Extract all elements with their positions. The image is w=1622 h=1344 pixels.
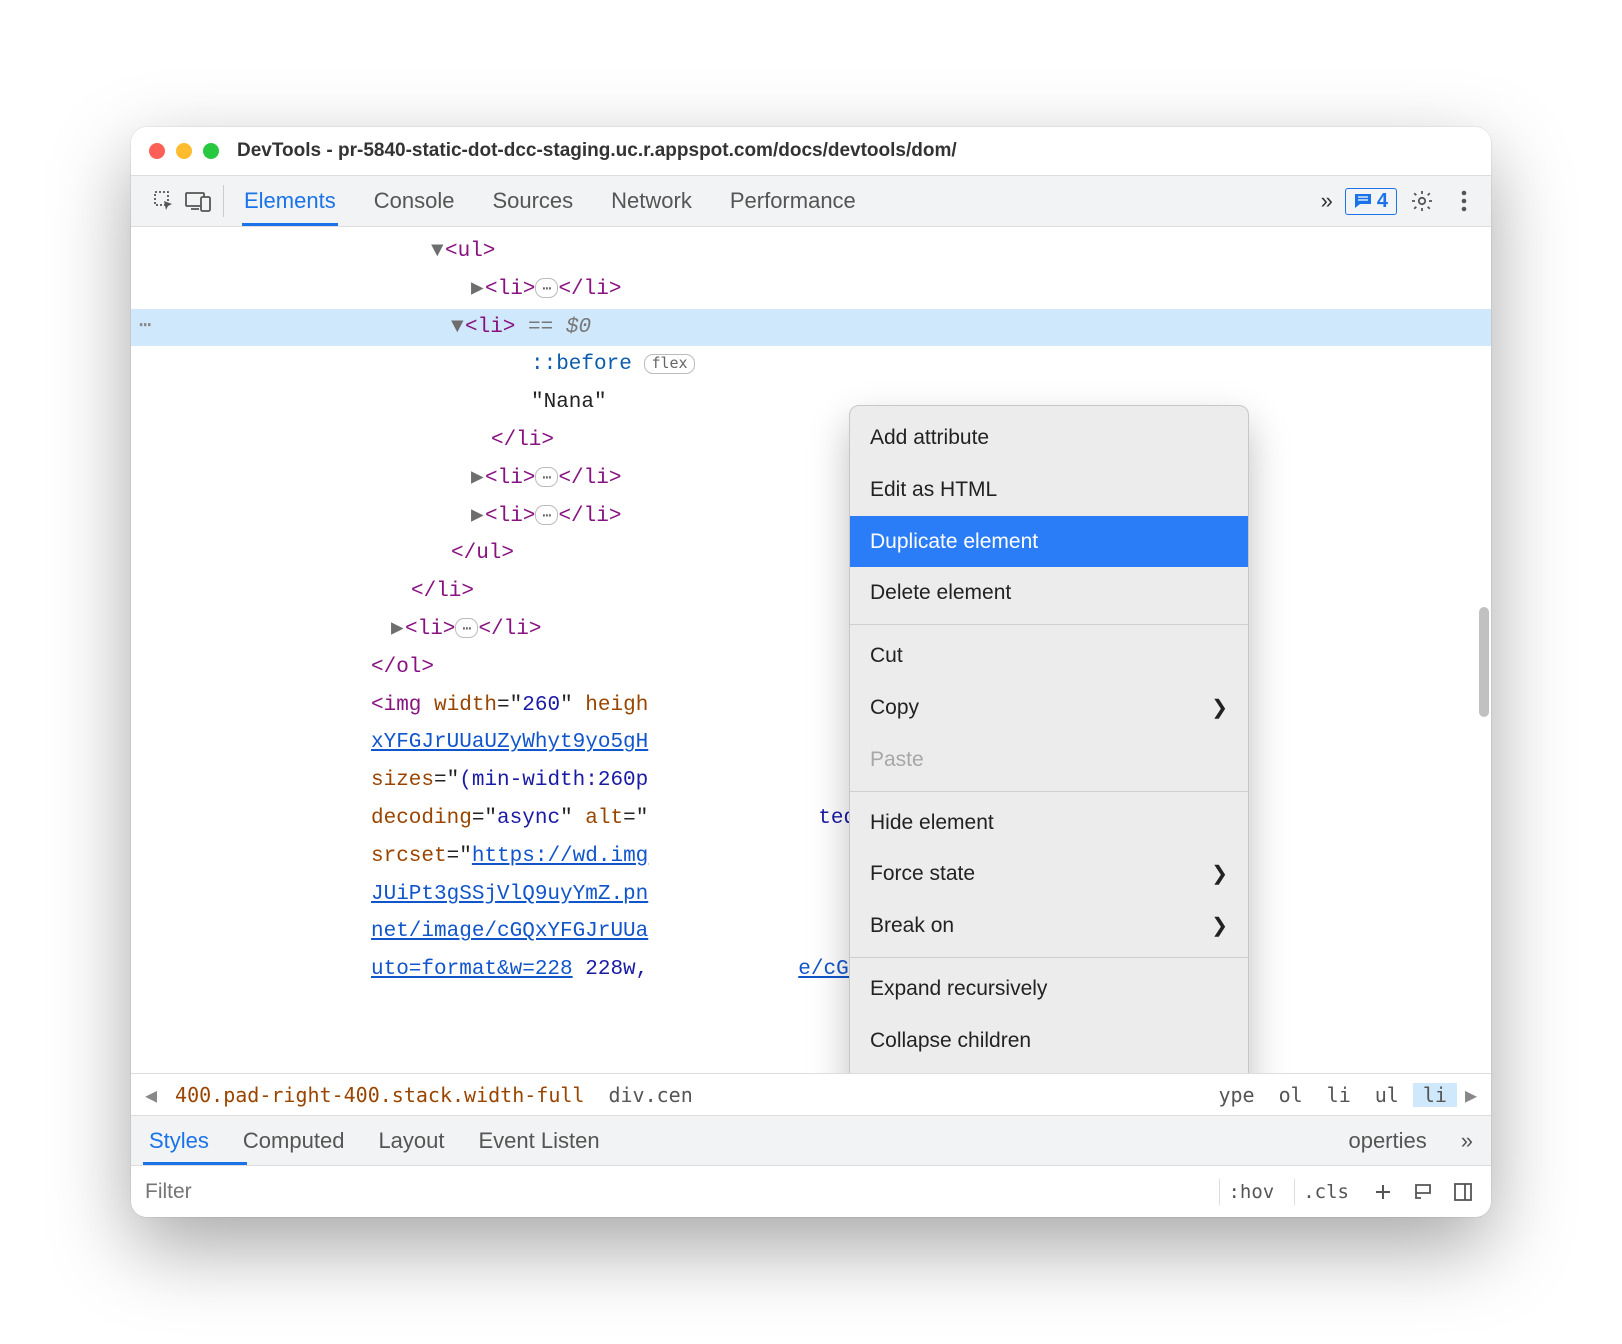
settings-icon[interactable] [1405,184,1439,218]
dom-tag: </li> [558,505,621,528]
breadcrumb-scroll-left-icon[interactable]: ◀ [141,1083,161,1107]
breadcrumb-item-current[interactable]: li [1413,1083,1457,1107]
menu-collapse-children[interactable]: Collapse children [850,1015,1248,1067]
breadcrumb-item[interactable]: div.cen [598,1083,702,1107]
close-window-button[interactable] [149,143,165,159]
breadcrumb-item[interactable]: ul [1365,1083,1409,1107]
filter-input[interactable] [145,1180,1207,1204]
scrollbar[interactable] [1479,607,1489,717]
menu-copy[interactable]: Copy❯ [850,682,1248,734]
dom-tag[interactable]: <li> [405,618,455,641]
inspect-element-icon[interactable] [147,184,181,218]
context-menu: Add attribute Edit as HTML Duplicate ele… [849,405,1249,1073]
messages-count: 4 [1377,190,1388,213]
dom-tag[interactable]: <li> [485,467,535,490]
dom-tag: <li> [465,316,515,339]
flex-badge[interactable]: flex [644,354,694,374]
dom-tag: </li> [558,467,621,490]
dom-tag: </ol> [371,656,434,679]
breadcrumb-item[interactable]: 400.pad-right-400.stack.width-full [165,1083,594,1107]
breadcrumb-item[interactable]: li [1317,1083,1361,1107]
styles-subpanel-tabs: Styles Computed Layout Event Listen oper… [131,1115,1491,1165]
selected-node[interactable]: ⋯ ▼<li> == $0 [131,309,1491,347]
dom-tag[interactable]: <li> [485,505,535,528]
dom-tag[interactable]: <li> [485,278,535,301]
ellipsis-badge[interactable]: ⋯ [535,467,558,487]
menu-force-state[interactable]: Force state❯ [850,848,1248,900]
dom-tag: </li> [491,429,554,452]
breadcrumb-scroll-right-icon[interactable]: ▶ [1461,1083,1481,1107]
ellipsis-badge[interactable]: ⋯ [535,278,558,298]
breadcrumb-item[interactable]: ype [1208,1083,1264,1107]
new-style-rule-icon[interactable] [1369,1181,1397,1203]
pseudo-element[interactable]: ::before [531,353,632,376]
menu-cut[interactable]: Cut [850,630,1248,682]
styles-filter-bar: :hov .cls [131,1165,1491,1217]
menu-delete-element[interactable]: Delete element [850,567,1248,619]
chat-icon [1354,193,1372,209]
window-title: DevTools - pr-5840-static-dot-dcc-stagin… [237,140,957,162]
submenu-arrow-icon: ❯ [1211,908,1228,944]
more-subtabs-icon[interactable]: » [1461,1128,1473,1154]
minimize-window-button[interactable] [176,143,192,159]
cls-toggle[interactable]: .cls [1294,1179,1357,1205]
panel-tabs: Elements Console Sources Network Perform… [242,177,1317,226]
dom-tag: </ul> [451,542,514,565]
subtab-layout[interactable]: Layout [378,1128,444,1154]
dom-tag: <ul> [445,240,495,263]
maximize-window-button[interactable] [203,143,219,159]
menu-separator [850,957,1248,958]
subtab-computed[interactable]: Computed [243,1128,345,1154]
subtab-event-listeners[interactable]: Event Listen [479,1128,600,1154]
more-menu-icon[interactable] [1447,184,1481,218]
ellipsis-badge[interactable]: ⋯ [535,505,558,525]
dom-tag: </li> [411,580,474,603]
dom-tag: </li> [558,278,621,301]
submenu-arrow-icon: ❯ [1211,690,1228,726]
theme-brush-icon[interactable] [1409,1181,1437,1203]
menu-expand-recursively[interactable]: Expand recursively [850,963,1248,1015]
breadcrumb-bar[interactable]: ◀ 400.pad-right-400.stack.width-full div… [131,1073,1491,1115]
menu-add-attribute[interactable]: Add attribute [850,412,1248,464]
divider [223,185,224,217]
tab-sources[interactable]: Sources [490,177,575,226]
menu-paste: Paste [850,734,1248,786]
hov-toggle[interactable]: :hov [1219,1179,1282,1205]
subtab-properties[interactable]: operties [1348,1128,1426,1154]
gutter-icon: ⋯ [139,309,153,345]
menu-hide-element[interactable]: Hide element [850,797,1248,849]
tab-elements[interactable]: Elements [242,177,338,226]
menu-edit-as-html[interactable]: Edit as HTML [850,464,1248,516]
dom-tag: </li> [478,618,541,641]
more-tabs-icon[interactable]: » [1317,188,1337,214]
elements-tree[interactable]: ▼<ul> ▶<li>⋯</li> ⋯ ▼<li> == $0 ::before… [131,227,1491,1073]
messages-badge[interactable]: 4 [1345,188,1397,215]
device-toolbar-icon[interactable] [181,184,215,218]
menu-capture-screenshot[interactable]: Capture node screenshot [850,1067,1248,1073]
submenu-arrow-icon: ❯ [1211,856,1228,892]
computed-toggle-icon[interactable] [1449,1181,1477,1203]
text-node[interactable]: "Nana" [531,391,607,414]
main-toolbar: Elements Console Sources Network Perform… [131,175,1491,227]
window-controls [149,143,219,159]
ellipsis-badge[interactable]: ⋯ [455,618,478,638]
titlebar[interactable]: DevTools - pr-5840-static-dot-dcc-stagin… [131,127,1491,175]
menu-separator [850,791,1248,792]
menu-duplicate-element[interactable]: Duplicate element [850,516,1248,568]
img-element[interactable]: <img width="260" heigh ix.net/image/cGQ [131,687,1491,725]
breadcrumb-item[interactable]: ol [1269,1083,1313,1107]
devtools-window: DevTools - pr-5840-static-dot-dcc-stagin… [131,127,1491,1217]
tab-console[interactable]: Console [372,177,457,226]
subtab-styles[interactable]: Styles [149,1128,209,1154]
dollar-zero: $0 [566,316,591,339]
tab-performance[interactable]: Performance [728,177,858,226]
menu-break-on[interactable]: Break on❯ [850,900,1248,952]
menu-separator [850,624,1248,625]
tab-network[interactable]: Network [609,177,694,226]
